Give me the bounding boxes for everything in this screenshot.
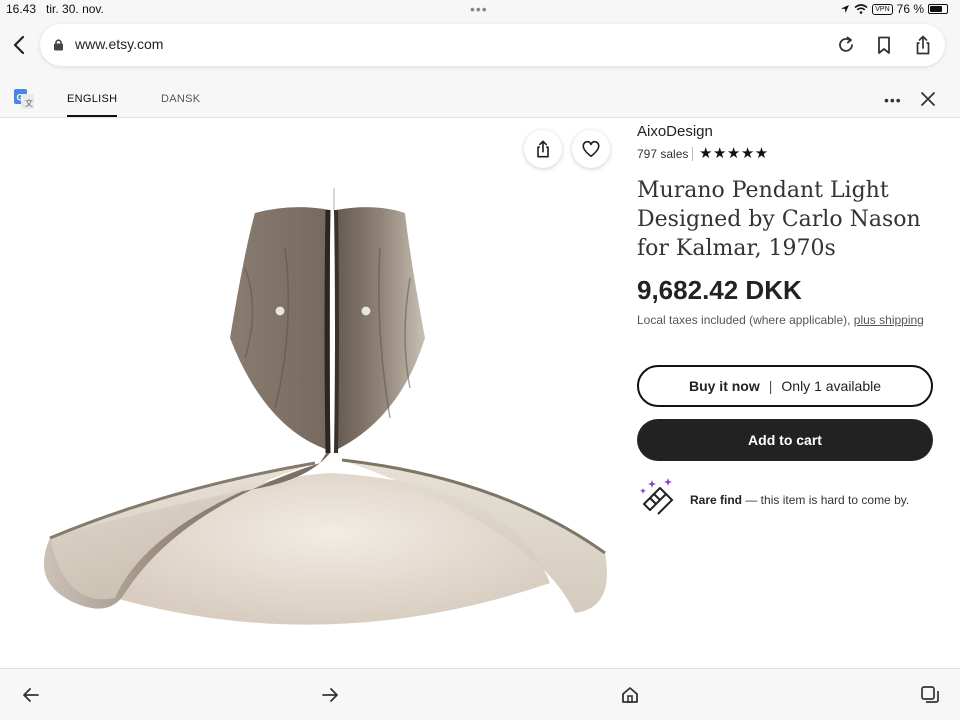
status-indicators: VPN 76 % [840, 2, 948, 16]
share-icon [537, 140, 549, 158]
browser-bottom-bar [0, 668, 960, 720]
back-chevron-icon[interactable] [10, 33, 30, 57]
bookmark-icon[interactable] [873, 34, 895, 56]
share-icon[interactable] [912, 34, 934, 56]
home-icon[interactable] [620, 685, 640, 705]
share-product-button[interactable] [524, 130, 562, 168]
tax-note: Local taxes included (where applicable),… [637, 312, 927, 328]
url-text[interactable]: www.etsy.com [75, 36, 163, 52]
rare-find-label: Rare find [690, 493, 743, 507]
status-bar: 16.43 tir. 30. nov. ••• VPN 76 % [0, 0, 960, 20]
status-date: tir. 30. nov. [46, 2, 104, 16]
google-translate-icon: G 文 [14, 89, 34, 109]
browser-toolbar: www.etsy.com [0, 20, 960, 72]
location-arrow-icon [841, 5, 850, 13]
lock-icon [54, 39, 63, 51]
tax-text: Local taxes included (where applicable), [637, 313, 854, 327]
product-price: 9,682.42 DKK [637, 275, 802, 305]
vpn-badge: VPN [872, 3, 893, 15]
add-to-cart-button[interactable]: Add to cart [637, 419, 933, 461]
product-page: AixoDesign 797 sales ★★★★★ Murano Pendan… [0, 118, 960, 668]
buy-it-now-button[interactable]: Buy it now | Only 1 available [637, 365, 933, 407]
multitask-dots-icon[interactable]: ••• [470, 1, 488, 17]
favorite-button[interactable] [572, 130, 610, 168]
battery-percent: 76 % [896, 2, 924, 16]
add-to-cart-label: Add to cart [748, 432, 822, 448]
rare-find-icon [640, 478, 674, 515]
shop-name-link[interactable]: AixoDesign [637, 123, 713, 140]
svg-text:G: G [17, 93, 24, 103]
tab-danish[interactable]: DANSK [161, 93, 200, 105]
product-title: Murano Pendant Light Designed by Carlo N… [637, 178, 921, 261]
divider: | [768, 378, 773, 394]
availability-text: Only 1 available [781, 378, 882, 394]
buy-it-now-label: Buy it now [688, 378, 760, 394]
rating-stars[interactable]: ★★★★★ [699, 144, 769, 162]
address-bar[interactable]: www.etsy.com [40, 24, 945, 66]
shipping-link[interactable]: plus shipping [854, 313, 924, 327]
more-options-icon[interactable]: ••• [884, 92, 902, 108]
back-arrow-icon[interactable] [21, 685, 41, 705]
rare-find-text: — this item is hard to come by. [742, 493, 910, 507]
close-icon[interactable] [920, 91, 936, 107]
translate-bar: G 文 ENGLISH DANSK ••• [0, 80, 960, 118]
forward-arrow-icon[interactable] [320, 685, 340, 705]
divider [692, 147, 693, 161]
reload-icon[interactable] [835, 34, 857, 56]
wifi-icon [854, 4, 868, 14]
status-time: 16.43 tir. 30. nov. [6, 2, 104, 16]
product-image[interactable] [30, 188, 620, 648]
tabs-icon[interactable] [920, 685, 940, 705]
svg-text:文: 文 [25, 98, 33, 108]
sales-count: 797 sales [637, 147, 689, 161]
rare-find-note: Rare find — this item is hard to come by… [690, 493, 909, 507]
tab-english[interactable]: ENGLISH [67, 93, 118, 117]
battery-icon [928, 4, 948, 14]
heart-icon [582, 140, 600, 158]
